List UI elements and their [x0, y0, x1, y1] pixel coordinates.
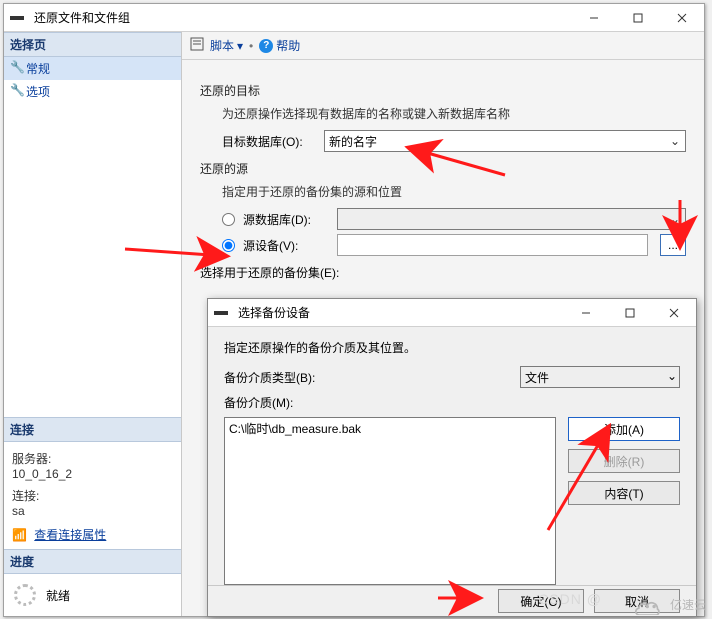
spinner-icon: [14, 584, 36, 606]
dest-header: 还原的目标: [200, 82, 686, 99]
left-column: 选择页 🔧 常规 🔧 选项 连接 服务器: 10_0_16_2 连接: sa: [4, 32, 182, 616]
nav-general-label: 常规: [26, 62, 50, 76]
src-device-radio[interactable]: [222, 239, 235, 252]
wrench-icon: 🔧: [10, 83, 25, 97]
conn-label: 连接:: [12, 487, 173, 504]
conn-value: sa: [12, 504, 173, 518]
close-button[interactable]: [652, 299, 696, 327]
maximize-button[interactable]: [616, 4, 660, 32]
csdn-watermark: CSDN @: [538, 591, 602, 607]
src-dev-row: 源设备(V): ...: [222, 234, 686, 256]
app-icon: [10, 11, 28, 25]
link-icon: 📶: [12, 528, 27, 542]
add-button[interactable]: 添加(A): [568, 417, 680, 441]
src-db-label: 源数据库(D):: [243, 211, 329, 228]
media-buttons: 添加(A) 删除(R) 内容(T): [568, 417, 680, 585]
media-type-row: 备份介质类型(B): 文件 ⌄: [224, 366, 680, 388]
media-item[interactable]: C:\临时\db_measure.bak: [229, 420, 551, 437]
help-label: 帮助: [276, 37, 300, 54]
remove-button[interactable]: 删除(R): [568, 449, 680, 473]
maximize-button[interactable]: [608, 299, 652, 327]
media-type-label: 备份介质类型(B):: [224, 369, 334, 386]
progress-status: 就绪: [46, 587, 70, 604]
window-buttons: [572, 4, 704, 32]
dest-db-combo[interactable]: 新的名字 ⌄: [324, 130, 686, 152]
child-window-buttons: [564, 299, 696, 327]
dest-db-label: 目标数据库(O):: [222, 133, 314, 150]
help-icon: ?: [259, 39, 273, 53]
child-titlebar: 选择备份设备: [208, 299, 696, 327]
brand-text: 亿速云: [670, 596, 706, 613]
src-sub: 指定用于还原的备份集的源和位置: [222, 183, 686, 200]
script-dropdown[interactable]: 脚本 ▾: [210, 37, 243, 54]
media-list[interactable]: C:\临时\db_measure.bak: [224, 417, 556, 585]
minimize-button[interactable]: [572, 4, 616, 32]
chevron-down-icon: ⌄: [667, 369, 677, 383]
dest-sub: 为还原操作选择现有数据库的名称或键入新数据库名称: [222, 105, 686, 122]
nav-general[interactable]: 🔧 常规: [4, 57, 181, 80]
close-button[interactable]: [660, 4, 704, 32]
media-type-combo[interactable]: 文件 ⌄: [520, 366, 680, 388]
form-area: 还原的目标 为还原操作选择现有数据库的名称或键入新数据库名称 目标数据库(O):…: [182, 60, 704, 285]
nav-options[interactable]: 🔧 选项: [4, 80, 181, 103]
wrench-icon: 🔧: [10, 60, 25, 74]
child-msg: 指定还原操作的备份介质及其位置。: [224, 339, 680, 356]
connect-body: 服务器: 10_0_16_2 连接: sa 📶 查看连接属性: [4, 442, 181, 549]
media-row: C:\临时\db_measure.bak 添加(A) 删除(R) 内容(T): [224, 417, 680, 585]
src-db-row: 源数据库(D): ⌄: [222, 208, 686, 230]
media-type-value: 文件: [525, 369, 549, 386]
toolbar-sep: •: [249, 39, 253, 53]
main-title: 还原文件和文件组: [34, 9, 572, 26]
view-conn-row: 📶 查看连接属性: [12, 526, 173, 543]
ellipsis-label: ...: [668, 238, 678, 252]
progress-body: 就绪: [4, 574, 181, 616]
browse-device-button[interactable]: ...: [660, 234, 686, 256]
dest-db-value: 新的名字: [329, 133, 377, 150]
child-body: 指定还原操作的备份介质及其位置。 备份介质类型(B): 文件 ⌄ 备份介质(M)…: [208, 327, 696, 585]
dest-db-row: 目标数据库(O): 新的名字 ⌄: [222, 130, 686, 152]
dialog-footer: 确定(O) 取消: [208, 585, 696, 616]
nav-options-label: 选项: [26, 85, 50, 99]
src-db-combo[interactable]: ⌄: [337, 208, 686, 230]
select-page-header: 选择页: [4, 32, 181, 57]
media-label-row: 备份介质(M):: [224, 394, 680, 411]
src-device-text[interactable]: [337, 234, 648, 256]
brand-watermark: 亿速云: [632, 593, 706, 615]
src-db-radio[interactable]: [222, 213, 235, 226]
script-icon: [190, 37, 204, 54]
cloud-icon: [632, 593, 666, 615]
chevron-down-icon: ⌄: [667, 211, 683, 227]
app-icon: [214, 306, 232, 320]
server-value: 10_0_16_2: [12, 467, 173, 481]
nav-list: 🔧 常规 🔧 选项: [4, 57, 181, 103]
progress-header: 进度: [4, 549, 181, 574]
help-link[interactable]: ? 帮助: [259, 37, 300, 54]
backup-sets-label: 选择用于还原的备份集(E):: [200, 264, 686, 281]
select-backup-device-dialog: 选择备份设备 指定还原操作的备份介质及其位置。 备份介质类型(B): 文件 ⌄ …: [207, 298, 697, 617]
media-label: 备份介质(M):: [224, 394, 334, 411]
main-titlebar: 还原文件和文件组: [4, 4, 704, 32]
content-button[interactable]: 内容(T): [568, 481, 680, 505]
server-label: 服务器:: [12, 450, 173, 467]
toolbar: 脚本 ▾ • ? 帮助: [182, 32, 704, 60]
src-header: 还原的源: [200, 160, 686, 177]
chevron-down-icon: ⌄: [667, 133, 683, 149]
connect-header: 连接: [4, 417, 181, 442]
view-conn-link[interactable]: 查看连接属性: [34, 528, 106, 542]
src-device-label: 源设备(V):: [243, 237, 329, 254]
minimize-button[interactable]: [564, 299, 608, 327]
script-label: 脚本: [210, 37, 234, 54]
chevron-down-icon: ▾: [237, 39, 243, 53]
child-title: 选择备份设备: [238, 304, 564, 321]
